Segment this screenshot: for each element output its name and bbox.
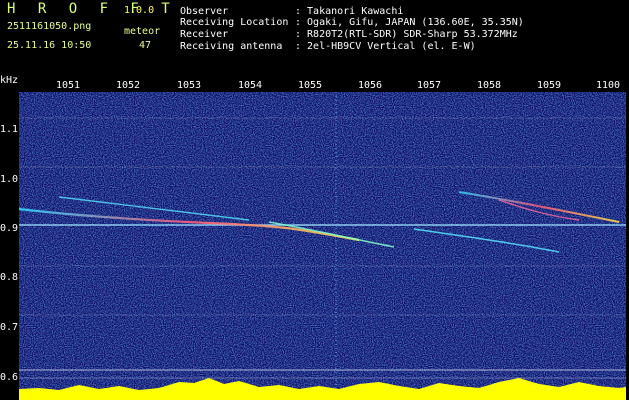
- time-tick: 1053: [176, 80, 202, 91]
- info-key-location: Receiving Location: [180, 17, 289, 28]
- time-tick: 1057: [416, 80, 442, 91]
- meteor-label: meteor: [124, 26, 161, 37]
- time-tick: 1056: [357, 80, 383, 91]
- header-panel: H R O F F T 1.0.0 2511161050.png 25.11.1…: [0, 0, 629, 76]
- freq-tick: 0.8: [0, 272, 19, 283]
- info-key-receiver: Receiver: [180, 29, 229, 40]
- info-value-antenna: : 2el-HB9CV Vertical (el. E-W): [295, 41, 476, 52]
- time-tick: 1054: [237, 80, 263, 91]
- info-value-location: : Ogaki, Gifu, JAPAN (136.60E, 35.35N): [295, 17, 524, 28]
- freq-tick: 0.9: [0, 223, 19, 234]
- info-key-antenna: Receiving antenna: [180, 41, 283, 52]
- info-value-observer: : Takanori Kawachi: [295, 6, 404, 17]
- info-key-observer: Observer: [180, 6, 229, 17]
- noise-texture: [19, 92, 626, 400]
- app-version: 1.0.0: [124, 5, 155, 16]
- freq-tick: 0.6: [0, 372, 19, 383]
- time-tick: 1051: [55, 80, 81, 91]
- info-value-receiver: : R820T2(RTL-SDR) SDR-Sharp 53.372MHz: [295, 29, 518, 40]
- spectrogram: [19, 92, 626, 400]
- file-datetime: 25.11.16 10:50: [7, 40, 92, 51]
- y-axis-unit: kHz: [0, 75, 19, 86]
- time-tick: 1052: [115, 80, 141, 91]
- time-tick: 1055: [297, 80, 323, 91]
- time-tick: 1059: [536, 80, 562, 91]
- freq-tick: 1.0: [0, 174, 19, 185]
- freq-tick: 0.7: [0, 322, 19, 333]
- time-tick: 1100: [595, 80, 621, 91]
- file-name: 2511161050.png: [7, 21, 92, 32]
- time-tick: 1058: [476, 80, 502, 91]
- meteor-count: 47: [139, 40, 152, 51]
- freq-tick: 1.1: [0, 124, 19, 135]
